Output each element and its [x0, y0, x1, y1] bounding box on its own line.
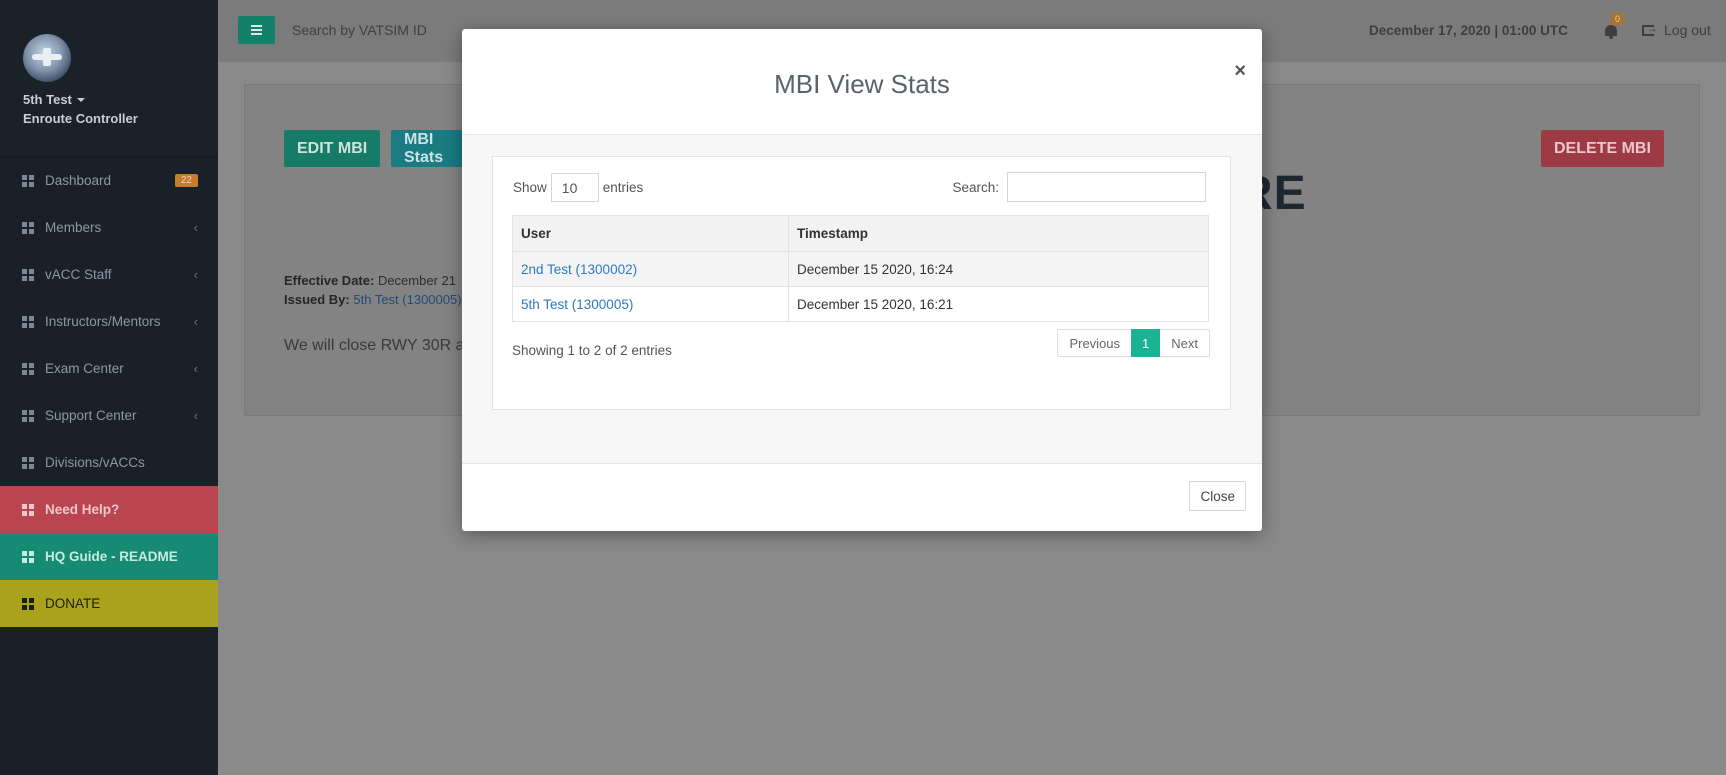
chevron-left-icon: ‹ [193, 314, 198, 329]
search-label: Search: [952, 179, 999, 195]
page-length-select[interactable]: 10 [550, 173, 599, 202]
sidebar-item-hq-guide[interactable]: HQ Guide - README [0, 533, 218, 580]
modal-header: MBI View Stats × [462, 29, 1262, 135]
notification-count-badge: 0 [1611, 13, 1625, 25]
user-link[interactable]: 5th Test (1300005) [521, 297, 633, 312]
effective-date-label: Effective Date: [284, 273, 375, 288]
sidebar-item-label: Need Help? [45, 502, 120, 517]
sidebar-item-donate[interactable]: DONATE [0, 580, 218, 627]
user-cell: 5th Test (1300005) [512, 286, 789, 322]
chevron-left-icon: ‹ [193, 361, 198, 376]
sidebar-item-support-center[interactable]: Support Center ‹ [0, 392, 218, 439]
column-header-timestamp[interactable]: Timestamp [788, 215, 1209, 252]
current-datetime: December 17, 2020 | 01:00 UTC [1369, 23, 1568, 38]
delete-mbi-button[interactable]: DELETE MBI [1541, 130, 1664, 167]
stats-table-card: Show 10 entries Search: User Timestamp 2… [492, 156, 1231, 410]
chevron-left-icon: ‹ [193, 220, 198, 235]
sidebar-item-exam-center[interactable]: Exam Center ‹ [0, 345, 218, 392]
bell-icon[interactable] [1604, 23, 1618, 39]
sidebar-item-instructors-mentors[interactable]: Instructors/Mentors ‹ [0, 298, 218, 345]
pagination: Previous 1 Next [1057, 329, 1210, 357]
modal-body: Show 10 entries Search: User Timestamp 2… [462, 135, 1262, 464]
table-row: 5th Test (1300005) December 15 2020, 16:… [512, 286, 1209, 322]
dashboard-icon [22, 221, 34, 234]
sidebar-item-label: Dashboard [45, 173, 112, 188]
sign-out-icon [1642, 21, 1658, 36]
sidebar-item-label: Divisions/vACCs [45, 455, 145, 470]
table-header-row: User Timestamp [512, 215, 1209, 252]
user-link[interactable]: 2nd Test (1300002) [521, 262, 637, 277]
chevron-left-icon: ‹ [193, 267, 198, 282]
dashboard-icon [22, 456, 34, 469]
timestamp-cell: December 15 2020, 16:21 [788, 286, 1209, 322]
user-role: Enroute Controller [23, 111, 138, 126]
show-label: Show [513, 180, 547, 195]
sidebar-item-label: HQ Guide - README [45, 549, 178, 564]
table-info: Showing 1 to 2 of 2 entries [512, 343, 672, 358]
sidebar-item-vacc-staff[interactable]: vACC Staff ‹ [0, 251, 218, 298]
dashboard-count-badge: 22 [174, 174, 198, 187]
previous-page-button[interactable]: Previous [1057, 329, 1132, 357]
profile-panel: 5th Test Enroute Controller [0, 0, 218, 157]
sidebar-item-need-help[interactable]: Need Help? [0, 486, 218, 533]
chevron-left-icon: ‹ [193, 408, 198, 423]
dashboard-icon [22, 503, 34, 516]
effective-date: Effective Date: December 21 [284, 273, 456, 288]
entries-label: entries [602, 180, 644, 195]
sidebar-item-label: Members [45, 220, 102, 235]
table-search: Search: [952, 172, 1206, 202]
sidebar-item-dashboard[interactable]: Dashboard 22 [0, 157, 218, 204]
dashboard-icon [22, 315, 34, 328]
search-by-vatsim-id[interactable]: Search by VATSIM ID [292, 22, 427, 38]
menu-toggle-button[interactable] [238, 16, 275, 44]
dashboard-icon [22, 550, 34, 563]
next-page-button[interactable]: Next [1160, 329, 1210, 357]
sidebar: 5th Test Enroute Controller Dashboard 22… [0, 0, 218, 775]
page-1-button[interactable]: 1 [1131, 329, 1161, 357]
dashboard-icon [22, 268, 34, 281]
table-row: 2nd Test (1300002) December 15 2020, 16:… [512, 251, 1209, 287]
logout-link[interactable]: Log out [1642, 21, 1711, 38]
dashboard-icon [22, 409, 34, 422]
issued-by: Issued By: 5th Test (1300005) [284, 292, 462, 307]
user-name: 5th Test [23, 92, 72, 107]
close-button[interactable]: Close [1189, 481, 1246, 511]
timestamp-cell: December 15 2020, 16:24 [788, 251, 1209, 287]
sidebar-item-label: Support Center [45, 408, 137, 423]
effective-date-value: December 21 [377, 273, 456, 288]
sidebar-item-label: Instructors/Mentors [45, 314, 161, 329]
sidebar-item-label: vACC Staff [45, 267, 112, 282]
page-length-control: Show 10 entries [513, 173, 643, 202]
sidebar-item-label: DONATE [45, 596, 101, 611]
modal-footer: Close [462, 464, 1262, 530]
caret-down-icon [76, 97, 85, 102]
mbi-body-text: We will close RWY 30R at 0 [284, 337, 483, 354]
mbi-view-stats-modal: MBI View Stats × Show 10 entries Search:… [462, 29, 1262, 531]
sidebar-item-label: Exam Center [45, 361, 124, 376]
modal-title: MBI View Stats [774, 69, 950, 99]
logout-label: Log out [1664, 22, 1711, 38]
stats-table: User Timestamp 2nd Test (1300002) Decemb… [512, 215, 1209, 322]
search-input[interactable] [1007, 172, 1206, 202]
sidebar-item-divisions-vaccs[interactable]: Divisions/vACCs [0, 439, 218, 486]
issued-by-label: Issued By: [284, 292, 350, 307]
dashboard-icon [22, 174, 34, 187]
sidebar-item-members[interactable]: Members ‹ [0, 204, 218, 251]
column-header-user[interactable]: User [512, 215, 789, 252]
dashboard-icon [22, 597, 34, 610]
edit-mbi-button[interactable]: EDIT MBI [284, 130, 381, 167]
close-icon[interactable]: × [1234, 60, 1246, 83]
user-menu-toggle[interactable]: 5th Test [23, 92, 218, 107]
avatar[interactable] [23, 34, 71, 82]
user-cell: 2nd Test (1300002) [512, 251, 789, 287]
dashboard-icon [22, 362, 34, 375]
issued-by-link[interactable]: 5th Test (1300005) [353, 292, 461, 307]
